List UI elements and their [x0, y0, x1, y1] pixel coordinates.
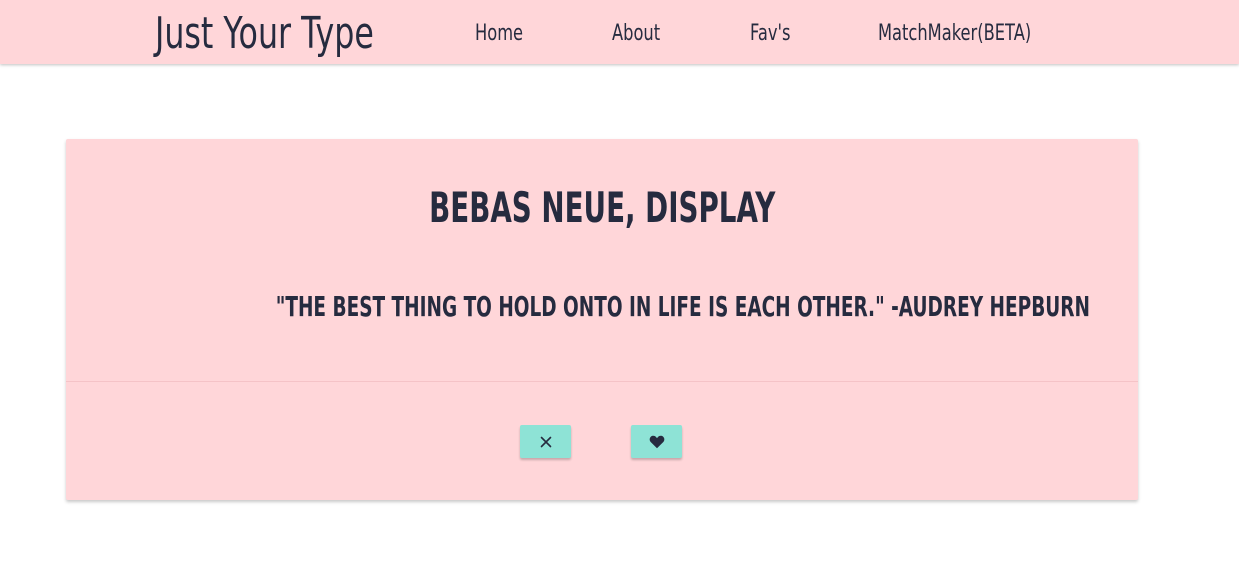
- navbar: Just Your Type Home About Fav's MatchMak…: [0, 0, 1239, 64]
- font-name-heading: BEBAS NEUE, DISPLAY: [66, 183, 1138, 233]
- sample-quote-text: "THE BEST THING TO HOLD ONTO IN LIFE IS …: [275, 290, 1090, 323]
- nav-link-home[interactable]: Home: [475, 20, 523, 48]
- brand-logo[interactable]: Just Your Type: [155, 6, 374, 62]
- heart-icon: [649, 435, 664, 448]
- dislike-button[interactable]: [520, 425, 571, 458]
- font-card: BEBAS NEUE, DISPLAY "THE BEST THING TO H…: [66, 139, 1138, 500]
- like-button[interactable]: [631, 425, 682, 458]
- nav-link-matchmaker[interactable]: MatchMaker(BETA): [878, 20, 1031, 48]
- nav-link-about[interactable]: About: [612, 20, 660, 48]
- nav-link-favs[interactable]: Fav's: [750, 20, 790, 48]
- close-icon: [540, 436, 551, 447]
- font-name-text: BEBAS NEUE, DISPLAY: [428, 183, 776, 232]
- sample-quote: "THE BEST THING TO HOLD ONTO IN LIFE IS …: [66, 289, 1138, 325]
- card-divider: [66, 381, 1138, 382]
